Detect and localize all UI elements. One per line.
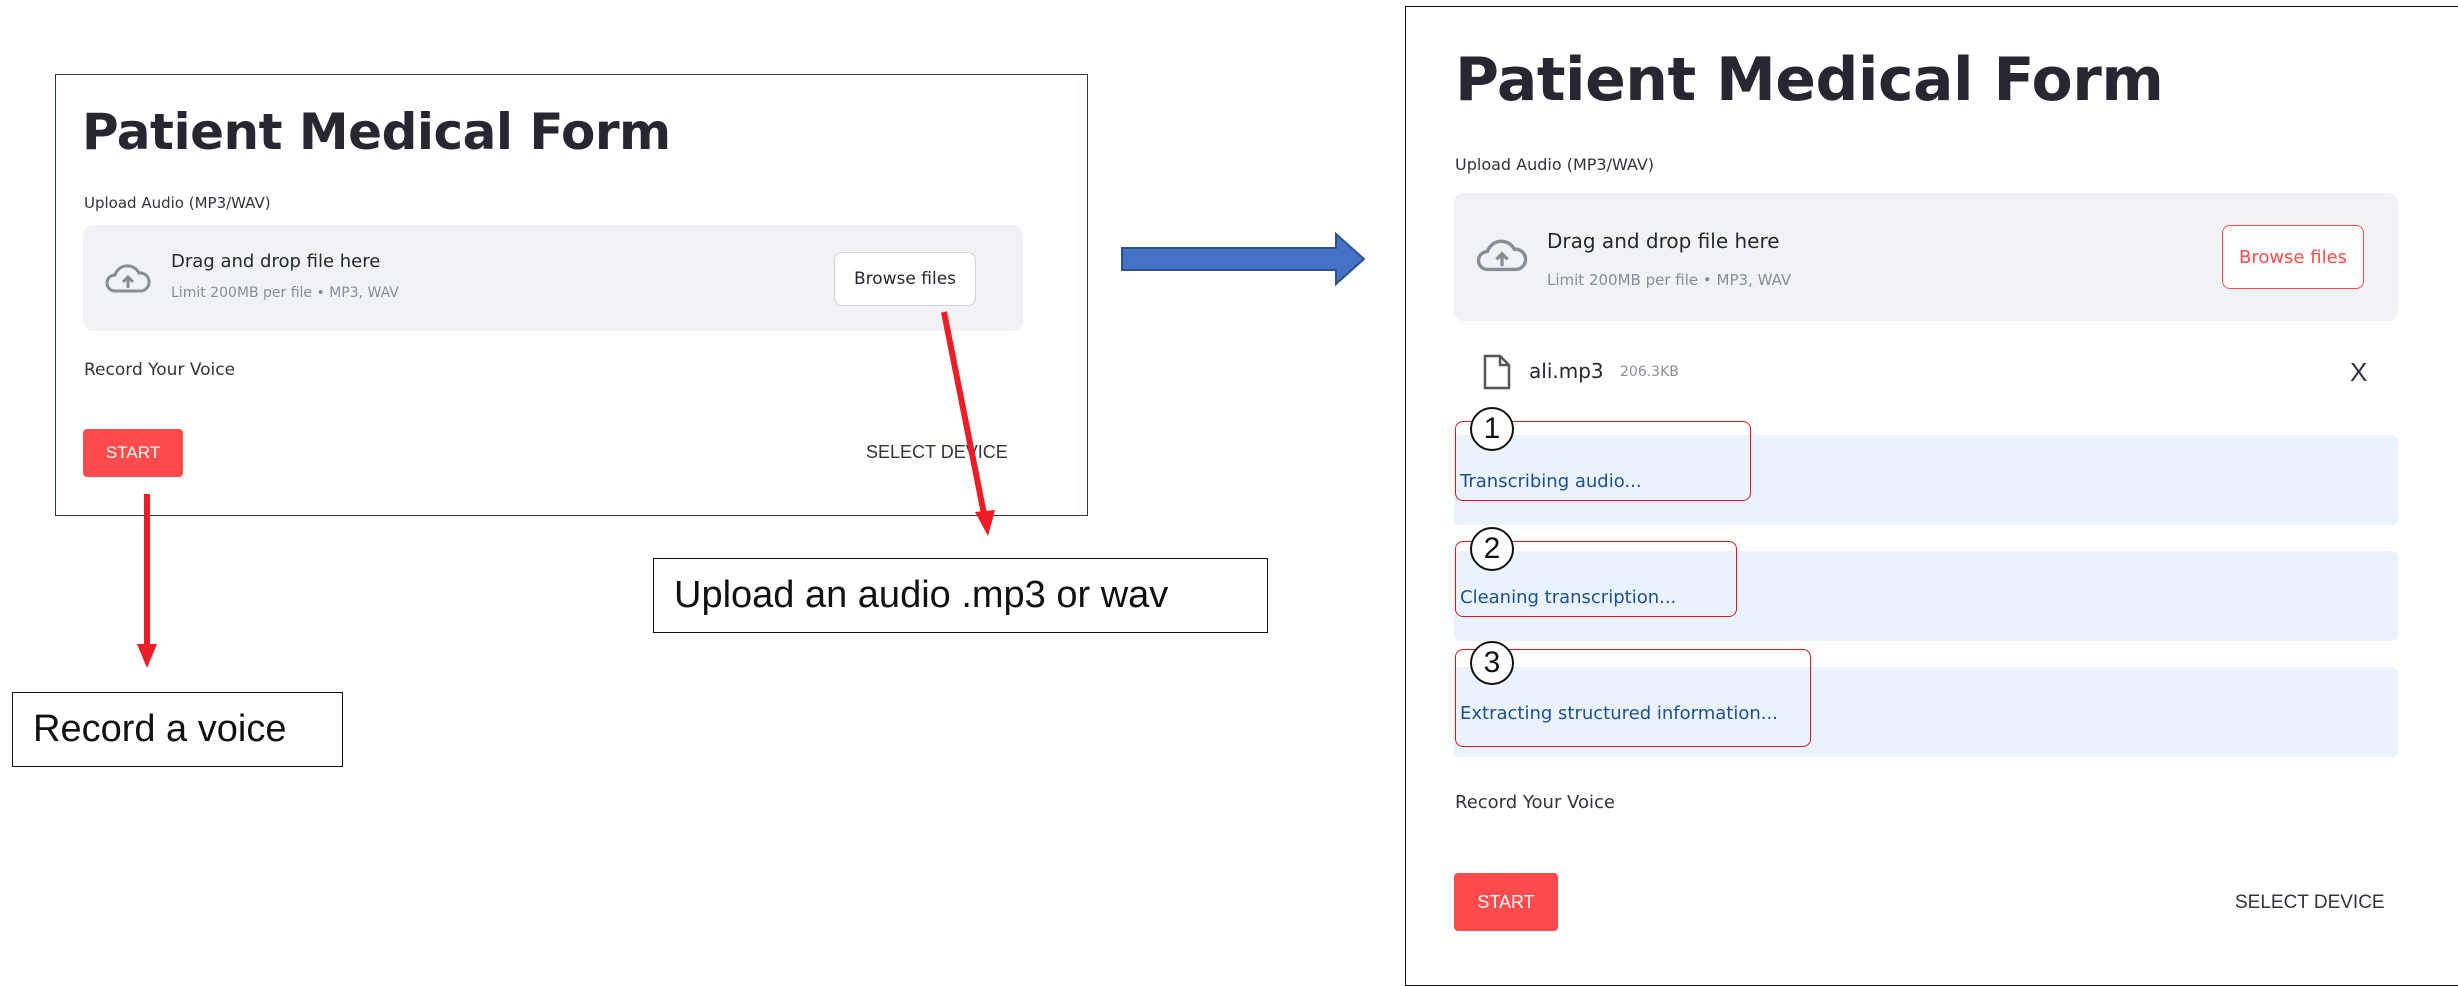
record-note: Record a voice bbox=[12, 692, 343, 767]
record-pointer-arrow bbox=[137, 494, 157, 668]
upload-note: Upload an audio .mp3 or wav bbox=[653, 558, 1268, 633]
flow-arrow-icon bbox=[1121, 231, 1366, 287]
upload-pointer-arrow bbox=[941, 311, 995, 536]
annotation-arrows bbox=[137, 231, 1366, 668]
